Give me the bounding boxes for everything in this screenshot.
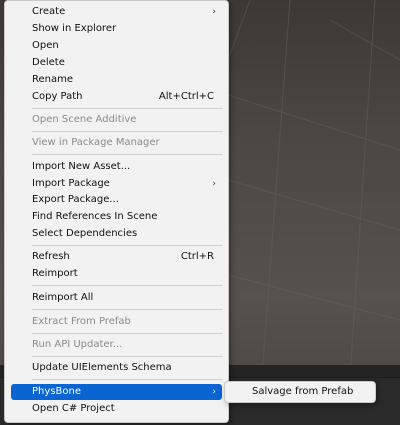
submenu-item-salvage-from-prefab[interactable]: Salvage from Prefab (252, 384, 353, 400)
menu-item-import-package[interactable]: Import Package › (11, 176, 222, 192)
menu-separator (32, 379, 223, 380)
menu-item-label: Reimport (32, 268, 78, 279)
menu-item-rename[interactable]: Rename (11, 72, 222, 88)
menu-separator (32, 333, 223, 334)
menu-item-label: Open Scene Additive (32, 114, 137, 125)
menu-item-label: Create (32, 6, 66, 17)
menu-separator (32, 154, 223, 155)
menu-item-open[interactable]: Open (11, 38, 222, 54)
menu-separator (32, 309, 223, 310)
menu-item-label: Import Package (32, 178, 110, 189)
menu-item-label: Refresh (32, 251, 70, 262)
menu-item-label: Select Dependencies (32, 228, 138, 239)
menu-item-label: PhysBone (32, 386, 81, 397)
chevron-right-icon: › (212, 387, 216, 397)
physbone-submenu: Salvage from Prefab (224, 381, 376, 403)
menu-item-run-api-updater: Run API Updater... (11, 337, 222, 353)
menu-item-label: Extract From Prefab (32, 316, 131, 327)
menu-item-show-in-explorer[interactable]: Show in Explorer (11, 21, 222, 37)
menu-item-label: Export Package... (32, 194, 119, 205)
menu-item-update-uielements-schema[interactable]: Update UIElements Schema (11, 360, 222, 376)
menu-item-reimport-all[interactable]: Reimport All (11, 290, 222, 306)
menu-item-reimport[interactable]: Reimport (11, 266, 222, 282)
menu-item-shortcut: Alt+Ctrl+C (158, 91, 214, 102)
menu-item-delete[interactable]: Delete (11, 55, 222, 71)
menu-item-physbone[interactable]: PhysBone › (11, 384, 222, 400)
menu-item-label: Run API Updater... (32, 339, 123, 350)
menu-item-select-dependencies[interactable]: Select Dependencies (11, 226, 222, 242)
menu-separator (32, 108, 223, 109)
menu-item-find-references[interactable]: Find References In Scene (11, 209, 222, 225)
menu-item-shortcut: Ctrl+R (180, 251, 214, 262)
menu-item-create[interactable]: Create › (11, 4, 222, 20)
menu-item-copy-path[interactable]: Copy Path Alt+Ctrl+C (11, 89, 222, 105)
menu-separator (32, 131, 223, 132)
menu-item-label: Import New Asset... (32, 161, 131, 172)
menu-item-export-package[interactable]: Export Package... (11, 192, 222, 208)
menu-item-label: Copy Path (32, 91, 83, 102)
chevron-right-icon: › (212, 179, 216, 189)
menu-item-label: Show in Explorer (32, 23, 117, 34)
menu-item-label: Open (32, 40, 59, 51)
menu-item-label: Rename (32, 74, 74, 85)
menu-item-label: Find References In Scene (32, 211, 158, 222)
context-menu: Create › Show in Explorer Open Delete Re… (4, 0, 229, 423)
menu-item-import-new-asset[interactable]: Import New Asset... (11, 159, 222, 175)
menu-item-label: Update UIElements Schema (32, 362, 172, 373)
menu-item-refresh[interactable]: Refresh Ctrl+R (11, 249, 222, 265)
menu-item-extract-from-prefab: Extract From Prefab (11, 314, 222, 330)
menu-item-label: Reimport All (32, 292, 94, 303)
menu-separator (32, 356, 223, 357)
menu-item-open-scene-additive: Open Scene Additive (11, 112, 222, 128)
menu-item-label: Delete (32, 57, 65, 68)
menu-item-open-csharp-project[interactable]: Open C# Project (11, 401, 222, 417)
menu-separator (32, 285, 223, 286)
menu-item-label: View in Package Manager (32, 137, 160, 148)
menu-separator (32, 245, 223, 246)
chevron-right-icon: › (212, 7, 216, 17)
menu-item-label: Open C# Project (32, 403, 115, 414)
menu-item-view-in-package-manager: View in Package Manager (11, 135, 222, 151)
